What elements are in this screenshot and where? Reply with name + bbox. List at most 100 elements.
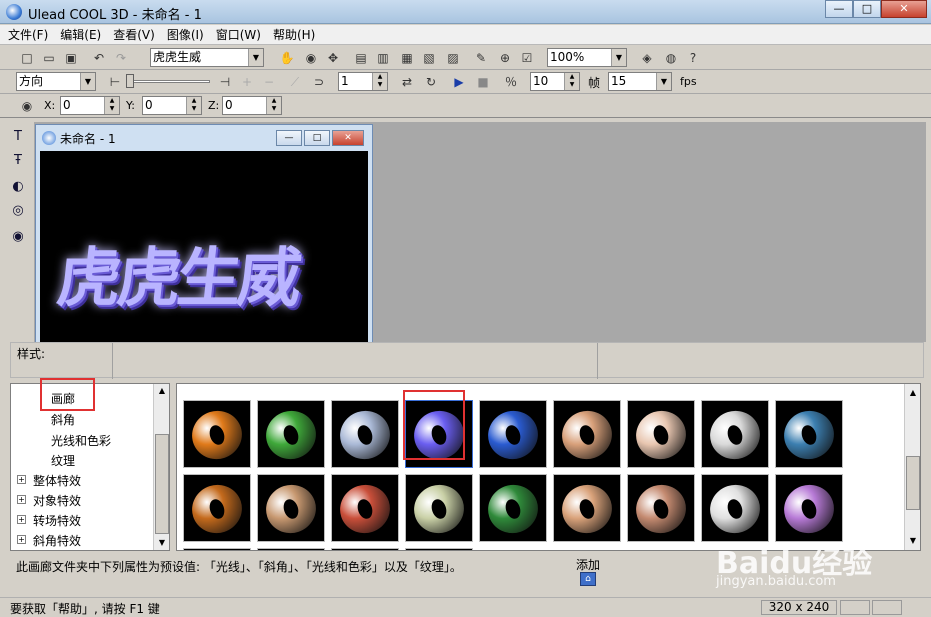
chevron-down-icon[interactable]: ▼	[656, 73, 671, 90]
doc-maximize-button[interactable]: □	[304, 130, 330, 146]
render-canvas[interactable]: 虎虎生威	[40, 151, 368, 343]
select-object-icon[interactable]: ◎	[9, 202, 27, 220]
undo-icon[interactable]: ↶	[90, 49, 108, 67]
spin-arrows-icon[interactable]: ▲ ▼	[372, 73, 387, 90]
view-front-icon[interactable]: ▤	[352, 49, 370, 67]
scroll-thumb[interactable]	[906, 456, 920, 510]
render-icon[interactable]: ◈	[638, 49, 656, 67]
menu-window[interactable]: 窗口(W)	[216, 26, 261, 43]
gallery-scrollbar[interactable]: ▲ ▼	[904, 384, 920, 550]
hand-icon[interactable]: ✋	[278, 49, 296, 67]
frames-spinner[interactable]: 10 ▲ ▼	[530, 72, 580, 91]
new-file-icon[interactable]: □	[18, 49, 36, 67]
chevron-down-icon[interactable]: ▼	[80, 73, 95, 90]
play-icon[interactable]: ▶	[450, 73, 468, 91]
scroll-up-icon[interactable]: ▲	[906, 386, 920, 400]
expand-icon[interactable]: +	[17, 495, 26, 504]
position-tool-icon[interactable]: ◉	[18, 97, 36, 115]
zoom-combo[interactable]: 100% ▼	[547, 48, 627, 67]
timeline-slider[interactable]	[126, 80, 210, 83]
view-bottom-icon[interactable]: ▨	[444, 49, 462, 67]
tree-item-light-color[interactable]: 光线和色彩	[51, 432, 111, 449]
view-side-icon[interactable]: ▦	[398, 49, 416, 67]
expand-icon[interactable]: +	[17, 535, 26, 544]
quality-icon[interactable]: ☑	[518, 49, 536, 67]
view-back-icon[interactable]: ▥	[374, 49, 392, 67]
save-icon[interactable]: ▣	[62, 49, 80, 67]
gallery-thumbnail[interactable]	[405, 548, 473, 550]
spin-arrows-icon[interactable]: ▲ ▼	[104, 97, 119, 114]
tree-item-bevel[interactable]: 斜角	[51, 411, 75, 428]
edit-text-icon[interactable]: Ŧ	[9, 152, 27, 170]
gallery-thumbnail[interactable]	[257, 400, 325, 468]
gallery-thumbnail[interactable]	[331, 548, 399, 550]
doc-close-button[interactable]: ✕	[332, 130, 364, 146]
view-top-icon[interactable]: ▧	[420, 49, 438, 67]
z-input[interactable]: 0 ▲ ▼	[222, 96, 282, 115]
gallery-thumbnail[interactable]	[183, 400, 251, 468]
split-keyframe-icon[interactable]: ⟋	[286, 73, 304, 91]
add-keyframe-icon[interactable]: +	[238, 73, 256, 91]
x-input[interactable]: 0 ▲ ▼	[60, 96, 120, 115]
gallery-thumbnail[interactable]	[331, 400, 399, 468]
spin-arrows-icon[interactable]: ▲ ▼	[186, 97, 201, 114]
slider-thumb[interactable]	[126, 74, 134, 88]
maximize-button[interactable]: □	[853, 0, 881, 18]
gallery-thumbnail[interactable]	[553, 400, 621, 468]
open-folder-icon[interactable]: ▭	[40, 49, 58, 67]
rotate-object-icon[interactable]: ◉	[302, 49, 320, 67]
gallery-thumbnail[interactable]	[183, 548, 251, 550]
preview-icon[interactable]: ◍	[662, 49, 680, 67]
tree-item-global-fx[interactable]: 整体特效	[33, 472, 81, 489]
gallery-thumbnail[interactable]	[257, 474, 325, 542]
fps-combo[interactable]: 15 ▼	[608, 72, 672, 91]
tree-scrollbar[interactable]: ▲ ▼	[153, 384, 169, 550]
object-manager-icon[interactable]: ◉	[9, 228, 27, 246]
frame-spinner[interactable]: 1 ▲ ▼	[338, 72, 388, 91]
redo-icon[interactable]: ↷	[112, 49, 130, 67]
text-combo[interactable]: 虎虎生威 ▼	[150, 48, 264, 67]
spin-arrows-icon[interactable]: ▲ ▼	[266, 97, 281, 114]
gallery-thumbnail[interactable]	[627, 474, 695, 542]
last-frame-icon[interactable]: ⊣	[216, 73, 234, 91]
stop-icon[interactable]: ■	[474, 73, 492, 91]
scroll-up-icon[interactable]: ▲	[155, 384, 169, 398]
tree-item-texture[interactable]: 纹理	[51, 452, 75, 469]
context-help-icon[interactable]: ?	[684, 49, 702, 67]
gallery-thumbnail[interactable]	[405, 474, 473, 542]
menu-help[interactable]: 帮助(H)	[273, 26, 315, 43]
loop-icon[interactable]: ⇄	[398, 73, 416, 91]
tree-item-bevel-fx[interactable]: 斜角特效	[33, 532, 81, 549]
tree-item-object-fx[interactable]: 对象特效	[33, 492, 81, 509]
gallery-thumbnail[interactable]	[479, 400, 547, 468]
gallery-thumbnail[interactable]	[183, 474, 251, 542]
y-input[interactable]: 0 ▲ ▼	[142, 96, 202, 115]
expand-icon[interactable]: +	[17, 475, 26, 484]
chevron-down-icon[interactable]: ▼	[611, 49, 626, 66]
insert-geometry-icon[interactable]: ◐	[9, 178, 27, 196]
gallery-thumbnail[interactable]	[775, 400, 843, 468]
tree-item-transition-fx[interactable]: 转场特效	[33, 512, 81, 529]
gallery-thumbnail[interactable]	[701, 474, 769, 542]
scroll-down-icon[interactable]: ▼	[906, 534, 920, 548]
reverse-icon[interactable]: ⊃	[310, 73, 328, 91]
chevron-down-icon[interactable]: ▼	[248, 49, 263, 66]
gallery-thumbnail[interactable]	[775, 474, 843, 542]
insert-text-icon[interactable]: T	[9, 128, 27, 146]
doc-minimize-button[interactable]: —	[276, 130, 302, 146]
spin-arrows-icon[interactable]: ▲ ▼	[564, 73, 579, 90]
gallery-thumbnail[interactable]	[331, 474, 399, 542]
menu-file[interactable]: 文件(F)	[8, 26, 48, 43]
menu-image[interactable]: 图像(I)	[167, 26, 204, 43]
gallery-thumbnail[interactable]	[701, 400, 769, 468]
menu-edit[interactable]: 编辑(E)	[60, 26, 101, 43]
menu-view[interactable]: 查看(V)	[113, 26, 155, 43]
globe-icon[interactable]: ⊕	[496, 49, 514, 67]
gallery-thumbnail[interactable]	[479, 474, 547, 542]
gallery-thumbnail[interactable]	[553, 474, 621, 542]
minimize-button[interactable]: —	[825, 0, 853, 18]
gallery-thumbnail[interactable]	[627, 400, 695, 468]
move-object-icon[interactable]: ✥	[324, 49, 342, 67]
first-frame-icon[interactable]: ⊢	[106, 73, 124, 91]
wand-icon[interactable]: ✎	[472, 49, 490, 67]
